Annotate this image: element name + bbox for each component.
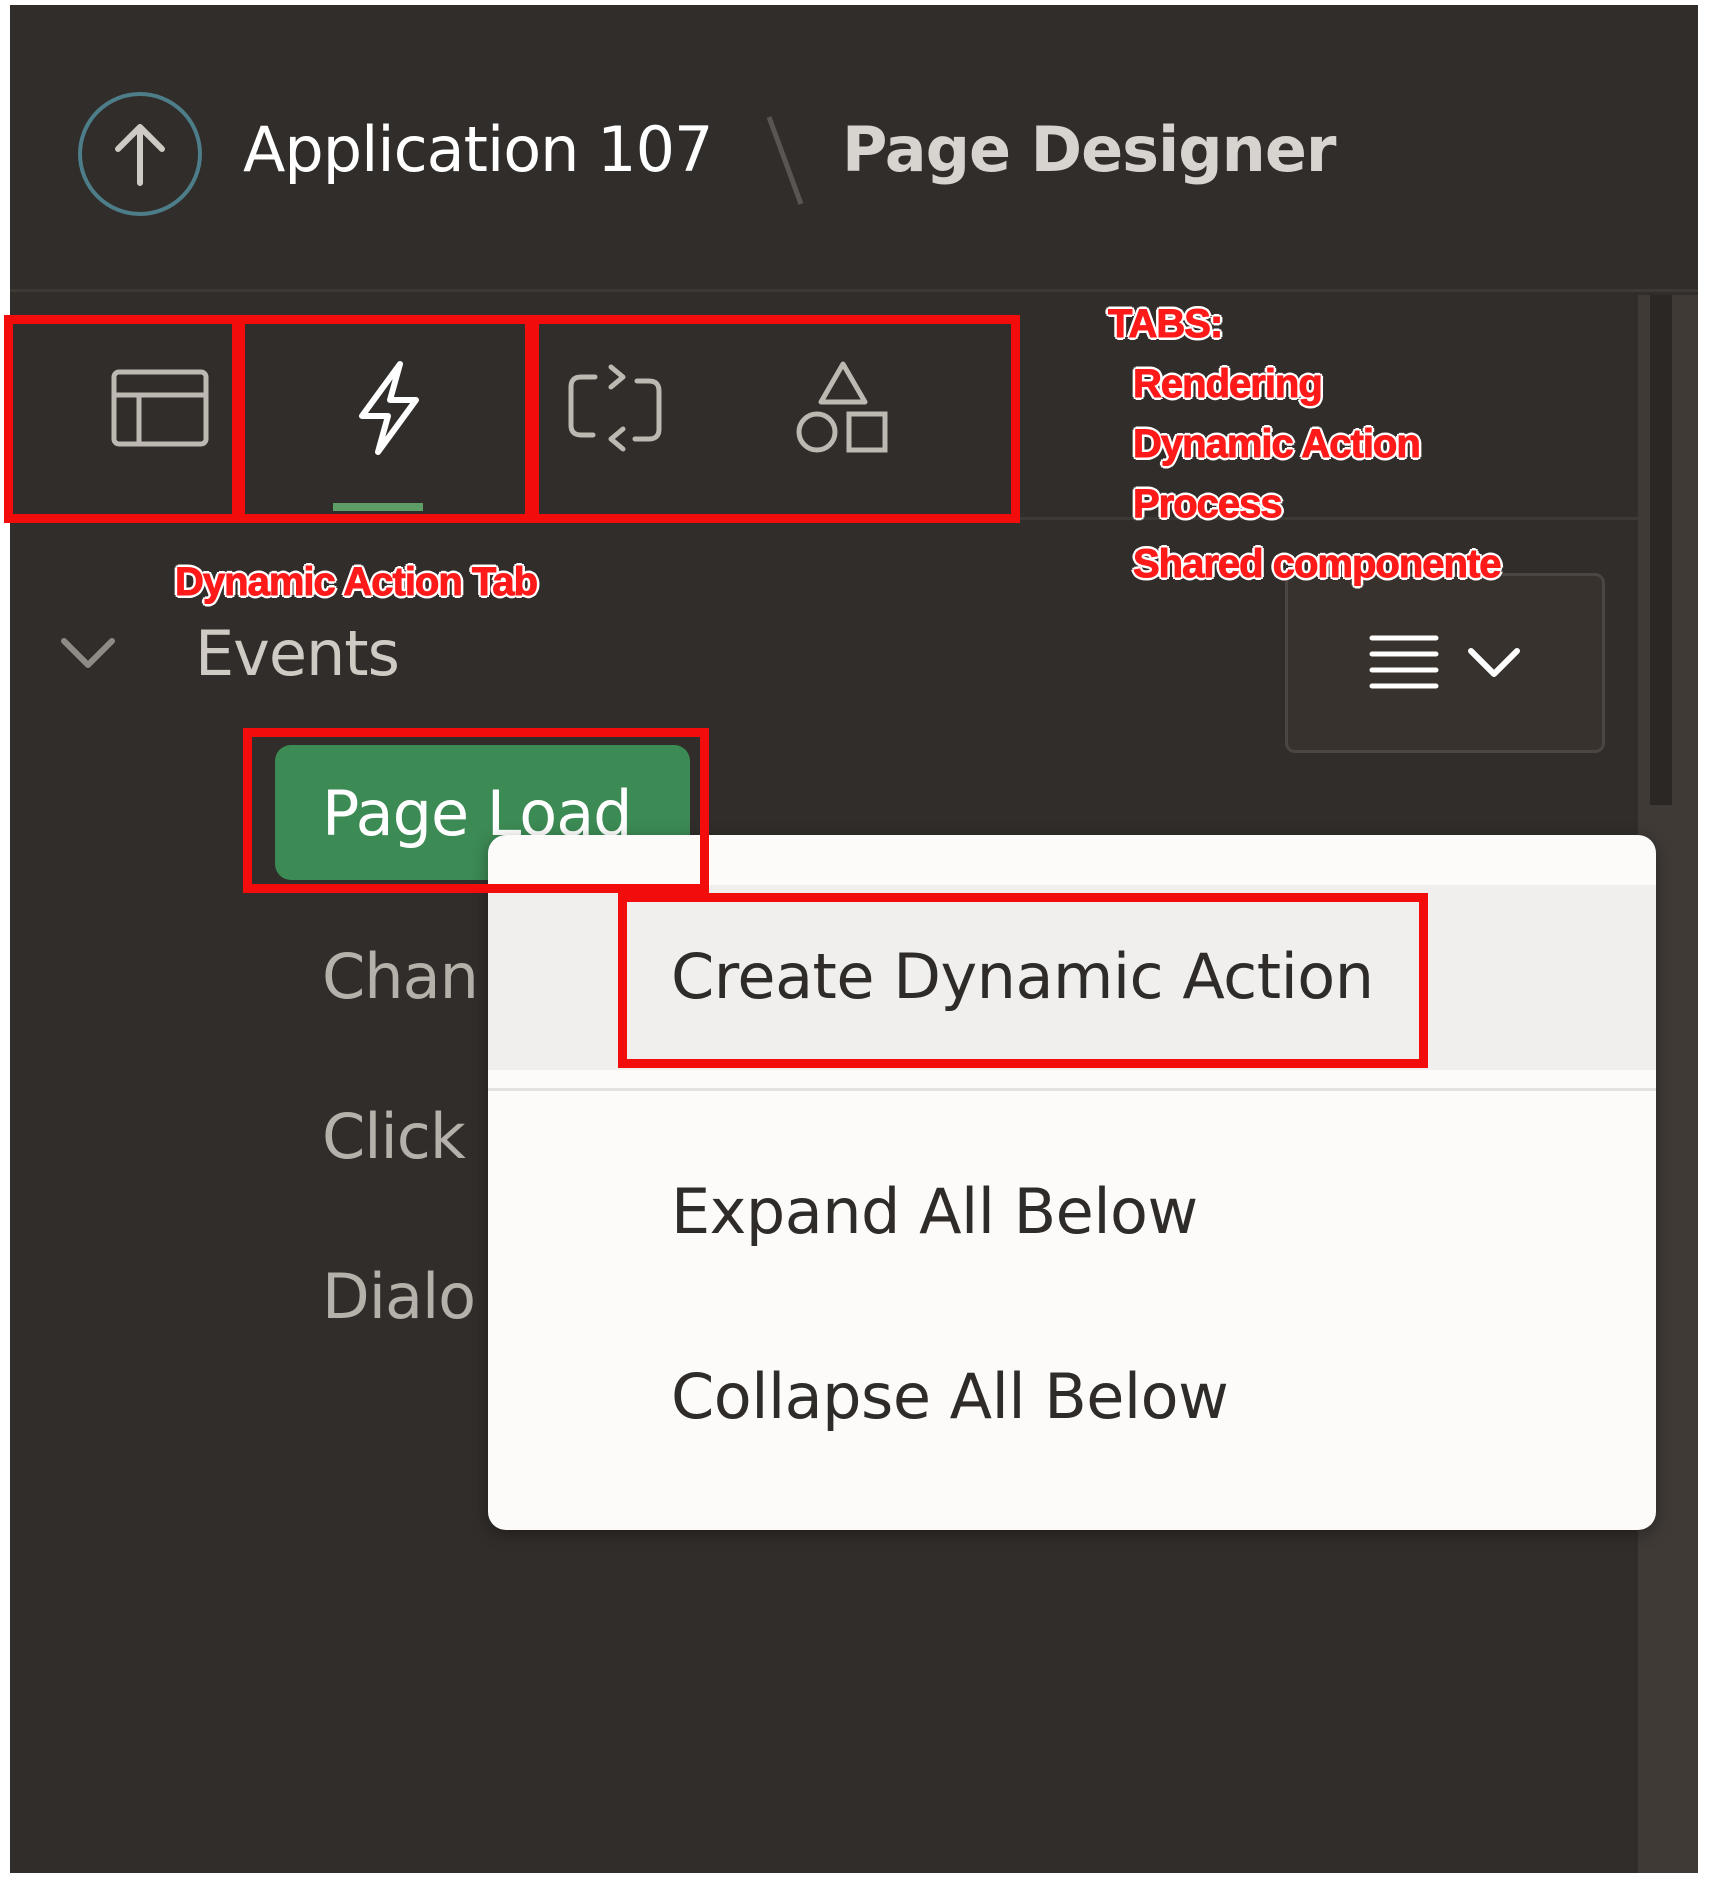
scrollbar-thumb[interactable] <box>1650 295 1672 805</box>
shapes-icon <box>796 361 888 452</box>
annotation-tabs-heading: TABS: <box>1107 302 1223 347</box>
menu-divider <box>488 1088 1656 1091</box>
active-tab-indicator <box>333 503 423 511</box>
annotation-dynamic-action-tab: Dynamic Action Tab <box>174 560 538 605</box>
tree-node-events[interactable]: Events <box>195 617 400 690</box>
tab-process[interactable] <box>500 295 730 520</box>
hamburger-icon <box>1369 635 1439 689</box>
tab-shared-components[interactable] <box>728 295 958 520</box>
context-menu: Create Dynamic Action Expand All Below C… <box>488 835 1656 1530</box>
tab-rendering[interactable] <box>45 295 275 520</box>
rendering-icon <box>111 369 209 446</box>
tree-menu-button[interactable] <box>1285 573 1605 753</box>
up-button[interactable] <box>78 92 202 216</box>
annotation-tab-name: Shared componente <box>1133 542 1503 587</box>
page-title: Page Designer <box>842 113 1336 186</box>
menu-item-label: Create Dynamic Action <box>671 940 1374 1013</box>
annotation-tab-name: Dynamic Action <box>1133 422 1422 467</box>
lightning-icon <box>359 360 419 455</box>
menu-item-expand-all-below[interactable]: Expand All Below <box>671 1175 1198 1248</box>
tree-node-click[interactable]: Click <box>322 1100 466 1173</box>
tree-node-dialog[interactable]: Dialo <box>322 1260 476 1333</box>
tab-dynamic-action[interactable] <box>273 295 503 520</box>
annotation-tab-name: Rendering <box>1133 362 1324 407</box>
header: Application 107 Page Designer <box>10 5 1698 292</box>
designer-tabs <box>10 295 1638 520</box>
menu-item-collapse-all-below[interactable]: Collapse All Below <box>671 1360 1229 1433</box>
annotation-tab-name: Process <box>1133 482 1284 527</box>
tree-node-change[interactable]: Chan <box>322 940 479 1013</box>
application-title[interactable]: Application 107 <box>243 113 713 186</box>
chevron-down-icon <box>1468 648 1520 677</box>
arrow-up-icon <box>115 124 165 186</box>
page-designer-app: Application 107 Page Designer Events Pag… <box>10 5 1698 1873</box>
breadcrumb-separator <box>766 116 804 205</box>
chevron-down-icon[interactable] <box>58 633 118 673</box>
process-cycle-icon <box>568 364 662 451</box>
